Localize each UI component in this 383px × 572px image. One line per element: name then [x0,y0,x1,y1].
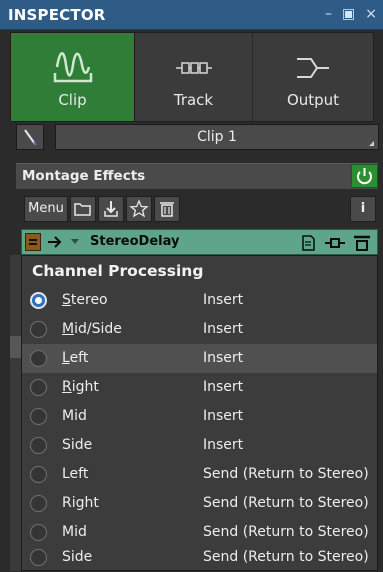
tab-track-label: Track [173,91,214,109]
menu-item-label: Right [62,495,99,511]
menu-item-right-send[interactable]: Right Send (Return to Stereo) [22,489,377,518]
inspector-title: INSPECTOR [8,6,106,24]
menu-item-label: Mid [62,524,87,540]
montage-effects-title: Montage Effects [22,168,146,184]
delete-button[interactable] [154,196,180,222]
power-icon [357,168,372,185]
dropdown-corner-icon [369,141,374,146]
radio-button[interactable] [30,379,47,396]
tab-output[interactable]: Output [253,33,373,121]
clip-edit-button[interactable] [16,124,44,150]
arrow-right-icon[interactable] [46,234,64,250]
menu-item-label: Left [62,466,89,482]
effect-plugin-row[interactable]: StereoDelay [21,229,378,255]
menu-item-label: Right [62,379,99,395]
menu-item-mode: Insert [203,379,244,395]
menu-item-left-send[interactable]: Left Send (Return to Stereo) [22,460,377,489]
folder-icon [74,203,91,216]
radio-button[interactable] [30,524,47,541]
menu-item-label: Left [62,350,89,366]
menu-item-mode: Send (Return to Stereo) [203,524,369,540]
plugin-window-icon[interactable] [352,234,372,252]
trash-icon [160,202,174,217]
close-icon[interactable]: × [365,6,377,22]
menu-item-label: Mid/Side [62,321,122,337]
channel-processing-title: Channel Processing [32,262,204,280]
menu-item-left-insert[interactable]: Left Insert [22,344,377,373]
radio-button[interactable] [30,466,47,483]
background-panel-row [10,336,21,358]
tab-clip[interactable]: Clip [11,33,135,121]
menu-item-midside-insert[interactable]: Mid/Side Insert [22,315,377,344]
montage-effects-header[interactable]: Montage Effects [16,163,378,189]
tab-output-label: Output [286,91,340,109]
favorites-button[interactable] [126,196,152,222]
menu-item-label: Mid [62,408,87,424]
radio-button[interactable] [30,321,47,338]
menu-item-mode: Insert [203,408,244,424]
info-button[interactable]: i [350,196,376,222]
power-button[interactable] [351,164,378,188]
menu-button[interactable]: Menu [24,196,68,222]
clip-selector[interactable]: Clip 1 [55,124,379,150]
menu-item-label: Side [62,549,93,565]
save-preset-button[interactable] [98,196,124,222]
tab-track[interactable]: Track [135,33,253,121]
menu-item-mode: Insert [203,292,244,308]
open-folder-button[interactable] [70,196,96,222]
menu-item-mode: Send (Return to Stereo) [203,495,369,511]
radio-button[interactable] [30,437,47,454]
minimize-icon[interactable]: – [325,6,332,22]
inspector-tab-bar: Clip Track Output [10,32,374,122]
layout-icon[interactable]: ▣ [342,6,355,22]
menu-item-mode: Insert [203,437,244,453]
menu-item-right-insert[interactable]: Right Insert [22,373,377,402]
montage-effects-toolbar: Menu i [16,196,378,224]
menu-item-mode: Insert [203,350,244,366]
bypass-icon[interactable] [324,236,346,250]
waveform-icon [53,52,92,83]
menu-item-mode: Insert [203,321,244,337]
radio-button[interactable] [30,350,47,367]
radio-button[interactable] [30,292,47,309]
menu-item-label: Side [62,437,93,453]
track-icon [175,62,212,74]
radio-button[interactable] [30,495,47,512]
menu-item-stereo-insert[interactable]: Stereo Insert [22,286,377,315]
menu-item-side-send[interactable]: Side Send (Return to Stereo) [22,543,377,572]
download-icon [104,201,118,217]
inspector-header: INSPECTOR – ▣ × [0,0,383,30]
menu-item-mid-insert[interactable]: Mid Insert [22,402,377,431]
menu-button-label: Menu [28,201,64,216]
drag-handle-icon[interactable] [25,233,41,251]
preset-icon[interactable] [300,234,316,252]
inspector-window-controls: – ▣ × [325,6,377,22]
radio-button[interactable] [30,549,47,566]
background-panel [10,255,21,571]
channel-processing-menu: Channel Processing Stereo Insert Mid/Sid… [21,255,378,571]
radio-button[interactable] [30,408,47,425]
menu-item-label: Stereo [62,292,108,308]
menu-item-side-insert[interactable]: Side Insert [22,431,377,460]
chevron-down-icon[interactable] [70,238,80,246]
tab-clip-label: Clip [58,91,87,109]
pen-icon [24,129,37,146]
menu-item-mode: Send (Return to Stereo) [203,466,369,482]
clip-selector-value: Clip 1 [197,129,237,145]
output-icon [297,58,329,78]
info-icon: i [360,201,366,216]
effect-name: StereoDelay [90,234,180,249]
menu-item-mode: Send (Return to Stereo) [203,549,369,565]
star-icon [129,199,149,218]
